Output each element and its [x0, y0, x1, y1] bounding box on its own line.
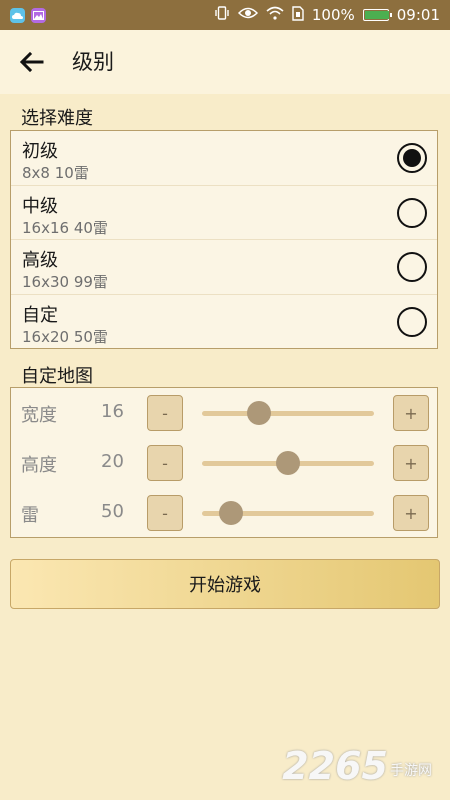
param-slider-thumb[interactable]	[276, 451, 300, 475]
param-value: 20	[101, 451, 124, 472]
weather-app-icon	[10, 7, 25, 23]
increase-button[interactable]: +	[393, 395, 429, 431]
param-value: 50	[101, 501, 124, 522]
clock: 09:01	[396, 6, 440, 24]
page-title: 级别	[72, 50, 114, 74]
difficulty-desc: 16x30 99雷	[22, 273, 108, 291]
radio-unselected[interactable]	[397, 197, 427, 228]
radio-unselected[interactable]	[397, 306, 427, 337]
param-slider-thumb[interactable]	[219, 501, 244, 525]
watermark-logo: 2265 手游网	[282, 744, 432, 788]
difficulty-option[interactable]: 中级 16x16 40雷	[11, 186, 437, 240]
custom-map-section-title: 自定地图	[21, 366, 93, 387]
increase-button[interactable]: +	[393, 495, 429, 531]
start-game-button[interactable]: 开始游戏	[10, 559, 440, 609]
difficulty-name: 初级	[22, 141, 58, 162]
radio-unselected[interactable]	[397, 252, 427, 282]
difficulty-desc: 16x16 40雷	[22, 218, 108, 237]
increase-button[interactable]: +	[393, 445, 429, 481]
param-slider-track[interactable]	[202, 401, 374, 425]
battery-icon	[362, 9, 392, 21]
custom-map-row: 高度 20 - +	[11, 438, 437, 488]
difficulty-option[interactable]: 高级 16x30 99雷	[11, 240, 437, 295]
wifi-icon	[266, 6, 284, 24]
difficulty-option[interactable]: 自定 16x20 50雷	[11, 295, 437, 350]
status-bar: 100% 09:01	[0, 0, 450, 30]
param-value: 16	[101, 401, 124, 422]
difficulty-list: 初级 8x8 10雷 中级 16x16 40雷 高级 16x30 99雷 自定 16x20 5…	[10, 130, 438, 349]
custom-map-row: 宽度 16 - +	[11, 388, 437, 438]
difficulty-desc: 8x8 10雷	[22, 164, 89, 182]
eye-icon	[237, 6, 258, 24]
decrease-button[interactable]: -	[147, 395, 183, 431]
param-label: 宽度	[21, 405, 57, 426]
custom-map-panel: 宽度 16 - + 高度 20 - + 雷 50 - +	[10, 387, 438, 538]
difficulty-option[interactable]: 初级 8x8 10雷	[11, 131, 437, 186]
gallery-app-icon	[31, 7, 46, 23]
sim-icon	[292, 5, 304, 25]
difficulty-name: 中级	[22, 195, 58, 217]
radio-dot	[403, 149, 421, 167]
param-label: 高度	[21, 455, 57, 476]
difficulty-desc: 16x20 50雷	[22, 327, 108, 346]
vibrate-icon	[214, 5, 230, 25]
difficulty-name: 高级	[22, 250, 58, 271]
param-label: 雷	[21, 505, 39, 526]
difficulty-name: 自定	[22, 304, 58, 326]
custom-map-row: 雷 50 - +	[11, 488, 437, 538]
difficulty-section-title: 选择难度	[21, 108, 93, 129]
param-slider-thumb[interactable]	[246, 401, 271, 425]
param-slider-track[interactable]	[202, 451, 374, 475]
radio-selected[interactable]	[397, 143, 427, 173]
battery-percent: 100%	[311, 6, 355, 24]
decrease-button[interactable]: -	[147, 495, 183, 531]
param-slider-track[interactable]	[202, 501, 374, 525]
decrease-button[interactable]: -	[147, 445, 183, 481]
app-bar: 级别	[0, 30, 450, 94]
back-arrow-icon[interactable]	[16, 46, 48, 78]
